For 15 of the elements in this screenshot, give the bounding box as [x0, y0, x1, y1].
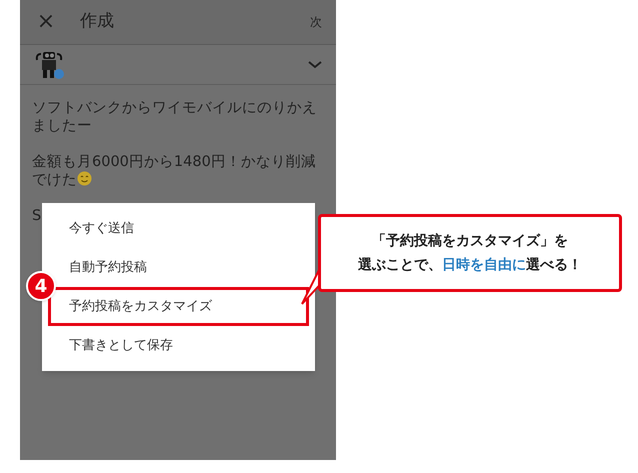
callout-text: 選ぶことで、 — [358, 256, 442, 275]
chevron-down-icon[interactable] — [308, 60, 322, 68]
callout-text: 選べる！ — [526, 256, 582, 275]
menu-item[interactable]: 下書きとして保存 — [48, 326, 309, 365]
screen-title: 作成 — [80, 10, 114, 34]
callout-text: 「予約投稿をカスタマイズ」を — [372, 232, 568, 251]
post-text: 金額も月6000円から1480円！かなり削減でけた — [32, 153, 317, 189]
menu-item[interactable]: 今すぐ送信 — [48, 209, 309, 248]
robot-avatar-icon — [34, 50, 66, 80]
step-badge: 4 — [26, 271, 56, 301]
smiley-emoji-icon — [77, 171, 92, 186]
callout-text: 日時を自由に — [442, 256, 526, 275]
menu-item[interactable]: 予約投稿をカスタマイズ — [48, 287, 309, 326]
post-text: S — [32, 207, 42, 225]
post-text: ソフトバンクからワイモバイルにのりかえましたー — [32, 99, 318, 135]
